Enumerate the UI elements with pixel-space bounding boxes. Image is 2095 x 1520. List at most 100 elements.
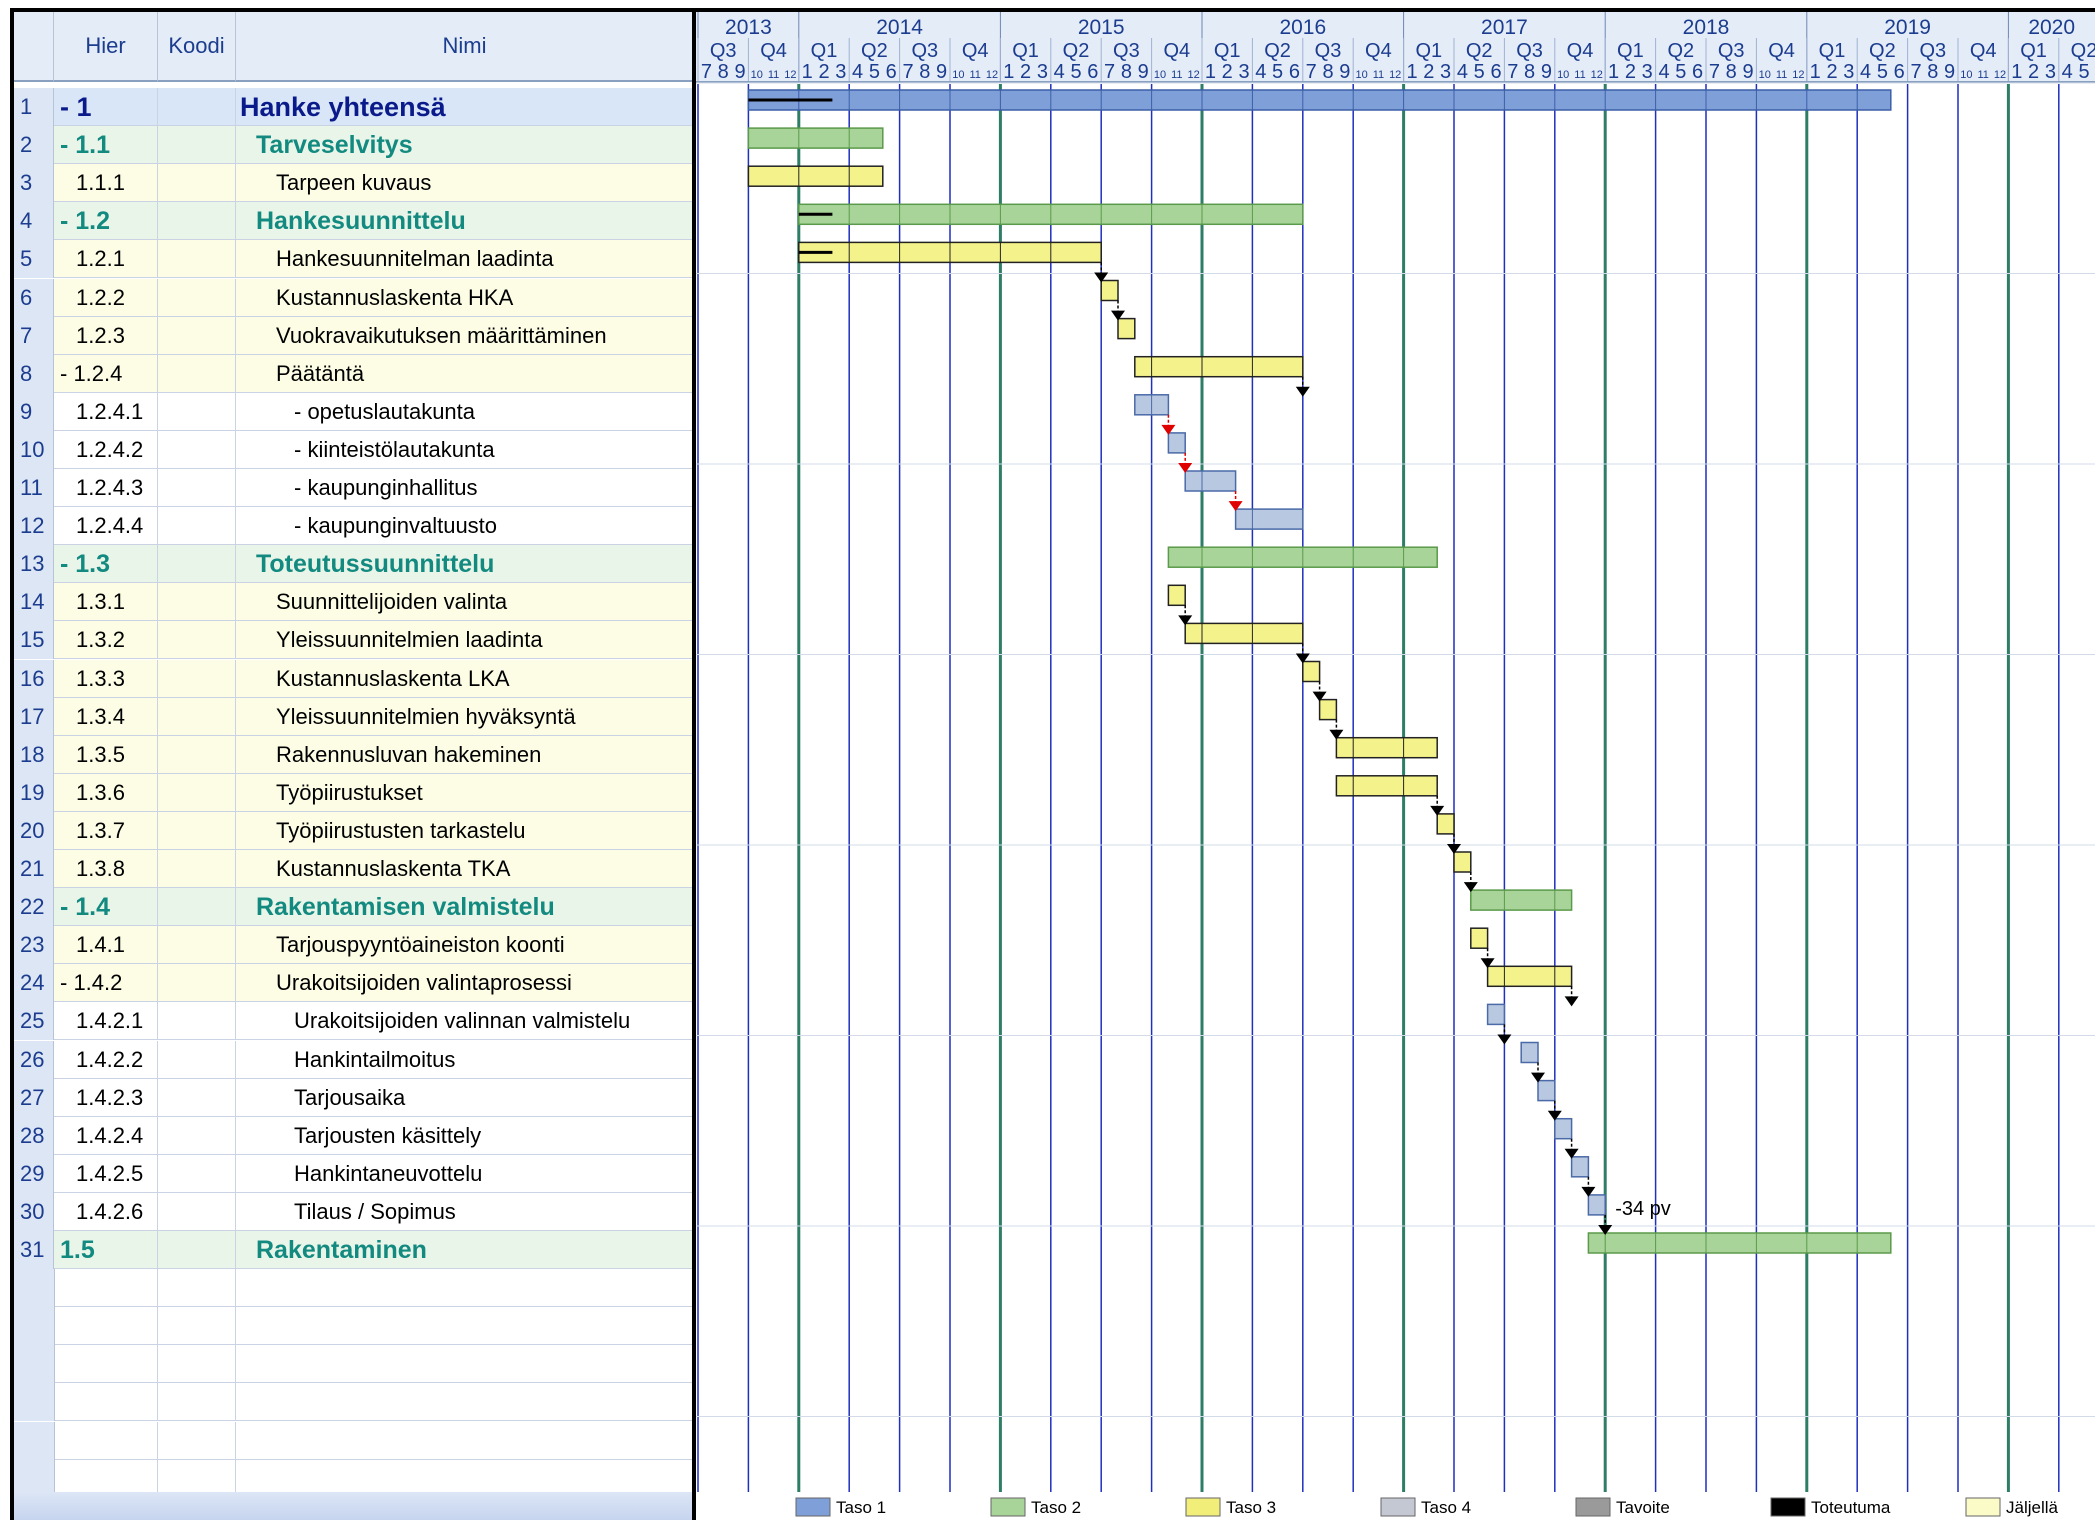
table-row[interactable]: 4- 1.2 Hankesuunnittelu [14,202,694,241]
gantt-bar[interactable] [1587,1194,1606,1216]
table-row[interactable]: 16 1.3.3 Kustannuslaskenta LKA [14,659,694,698]
hier-cell[interactable] [54,1383,158,1422]
gantt-bar[interactable] [1470,889,1573,911]
row-number[interactable]: 21 [14,850,54,888]
hier-cell[interactable]: 1.4.2.5 [54,1154,158,1193]
row-number[interactable]: 7 [14,316,54,355]
row-number[interactable]: 9 [14,392,54,431]
hier-cell[interactable]: 1.2.4.2 [54,430,158,469]
hier-cell[interactable]: - 1.2 [54,202,158,241]
gantt-bar[interactable] [1587,1232,1892,1254]
hier-cell[interactable]: 1.2.4.4 [54,507,158,546]
row-number[interactable]: 10 [14,430,54,469]
koodi-cell[interactable] [158,164,236,203]
koodi-cell[interactable] [158,354,236,393]
gantt-bar[interactable] [1184,470,1237,492]
gantt-bar[interactable] [1486,965,1573,988]
row-number[interactable]: 28 [14,1116,54,1155]
nimi-cell[interactable]: Kustannuslaskenta TKA [236,850,694,888]
koodi-cell[interactable] [158,659,236,698]
hier-cell[interactable] [54,1421,158,1460]
row-number[interactable]: 15 [14,621,54,660]
row-number[interactable]: 12 [14,507,54,546]
koodi-cell[interactable] [158,1231,236,1269]
koodi-cell[interactable] [158,1078,236,1117]
table-row[interactable]: 31 1.5 Rakentaminen [14,1231,694,1269]
table-row[interactable]: 26 1.4.2.2 Hankintailmoitus [14,1040,694,1079]
koodi-cell[interactable] [158,964,236,1003]
table-row[interactable]: 28 1.4.2.4 Tarjousten käsittely [14,1116,694,1155]
nimi-cell[interactable]: Tarjousten käsittely [236,1117,694,1155]
koodi-cell[interactable] [158,888,236,927]
row-number[interactable]: 26 [14,1040,54,1079]
nimi-cell[interactable]: Tilaus / Sopimus [236,1193,694,1231]
nimi-cell[interactable]: Kustannuslaskenta HKA [236,279,694,317]
empty-row[interactable] [14,1383,694,1422]
table-row[interactable]: 22- 1.4 Rakentamisen valmistelu [14,888,694,927]
koodi-cell[interactable] [158,507,236,546]
nimi-cell[interactable]: Hankesuunnittelu [236,202,694,240]
hier-cell[interactable]: 1.3.8 [54,850,158,888]
row-number[interactable]: 1 [14,88,54,126]
koodi-cell[interactable] [158,1307,236,1346]
hier-cell[interactable]: - 1 [54,88,158,126]
nimi-cell[interactable]: Tarpeen kuvaus [236,164,694,202]
nimi-cell[interactable]: Työpiirustusten tarkastelu [236,812,694,850]
table-row[interactable]: 30 1.4.2.6 Tilaus / Sopimus [14,1192,694,1231]
nimi-cell[interactable]: Rakennusluvan hakeminen [236,736,694,774]
koodi-cell[interactable] [158,1421,236,1460]
row-number[interactable]: 31 [14,1231,54,1269]
row-number[interactable]: 23 [14,926,54,965]
hier-cell[interactable]: - 1.4 [54,888,158,927]
hier-cell[interactable]: - 1.3 [54,545,158,584]
hier-cell[interactable]: 1.2.4.3 [54,469,158,507]
koodi-cell[interactable] [158,621,236,660]
table-row[interactable]: 17 1.3.4 Yleissuunnitelmien hyväksyntä [14,697,694,736]
nimi-cell[interactable]: Hankintaneuvottelu [236,1155,694,1193]
nimi-cell[interactable]: Urakoitsijoiden valintaprosessi [236,964,694,1002]
hier-cell[interactable]: 1.3.1 [54,583,158,622]
nimi-cell[interactable]: Vuokravaikutuksen määrittäminen [236,317,694,355]
hier-cell[interactable]: 1.4.2.3 [54,1078,158,1117]
column-header-hier[interactable]: Hier [54,12,158,82]
table-row[interactable]: 6 1.2.2 Kustannuslaskenta HKA [14,278,694,317]
row-number[interactable]: 4 [14,202,54,241]
nimi-cell[interactable]: Urakoitsijoiden valinnan valmistelu [236,1002,694,1040]
gantt-bar[interactable] [1234,508,1304,530]
koodi-cell[interactable] [158,1345,236,1384]
gantt-bar[interactable] [1100,279,1119,302]
nimi-cell[interactable]: Hanke yhteensä [236,88,694,126]
koodi-cell[interactable] [158,240,236,279]
empty-row[interactable] [14,1421,694,1460]
table-row[interactable]: 5 1.2.1 Hankesuunnitelman laadinta [14,240,694,279]
table-row[interactable]: 20 1.3.7 Työpiirustusten tarkastelu [14,811,694,850]
nimi-cell[interactable]: Toteutussuunnittelu [236,545,694,583]
nimi-cell[interactable]: Työpiirustukset [236,774,694,812]
nimi-cell[interactable]: Rakentaminen [236,1231,694,1269]
table-row[interactable]: 15 1.3.2 Yleissuunnitelmien laadinta [14,621,694,660]
nimi-cell[interactable]: Yleissuunnitelmien hyväksyntä [236,698,694,736]
gantt-bar[interactable] [1134,355,1304,378]
koodi-cell[interactable] [158,1040,236,1079]
koodi-cell[interactable] [158,773,236,812]
table-row[interactable]: 1- 1 Hanke yhteensä [14,88,694,126]
table-row[interactable]: 11 1.2.4.3 - kaupunginhallitus [14,469,694,507]
table-row[interactable]: 2- 1.1 Tarveselvitys [14,126,694,165]
row-number[interactable]: 13 [14,545,54,584]
koodi-cell[interactable] [158,278,236,317]
nimi-cell[interactable]: Hankintailmoitus [236,1041,694,1079]
table-row[interactable]: 8- 1.2.4 Päätäntä [14,354,694,393]
gantt-bar[interactable] [747,127,884,149]
hier-cell[interactable]: 1.3.3 [54,659,158,698]
gantt-bar[interactable] [1335,775,1438,797]
hier-cell[interactable]: - 1.2.4 [54,354,158,393]
row-number[interactable]: 27 [14,1078,54,1117]
table-row[interactable]: 25 1.4.2.1 Urakoitsijoiden valinnan valmis… [14,1002,694,1041]
gantt-bar[interactable] [1570,1156,1590,1178]
hier-cell[interactable]: 1.3.6 [54,773,158,812]
hier-cell[interactable]: 1.4.1 [54,926,158,965]
koodi-cell[interactable] [158,926,236,965]
row-number[interactable]: 16 [14,659,54,698]
hier-cell[interactable]: 1.2.3 [54,316,158,355]
column-header-koodi[interactable]: Koodi [158,12,236,82]
